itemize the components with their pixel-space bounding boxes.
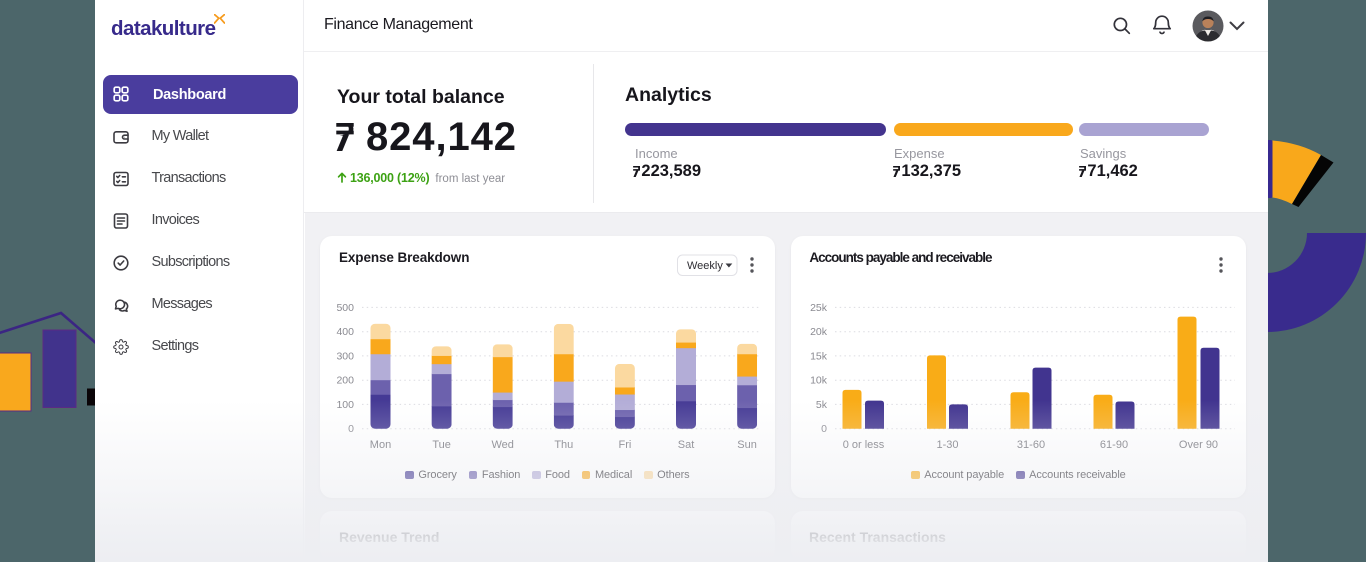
- svg-text:300: 300: [336, 350, 354, 362]
- svg-text:10k: 10k: [810, 375, 828, 387]
- svg-text:200: 200: [336, 375, 354, 387]
- svg-text:15k: 15k: [810, 350, 828, 362]
- svg-text:400: 400: [336, 326, 354, 338]
- svg-text:Weekly: Weekly: [687, 260, 723, 272]
- svg-text:25k: 25k: [810, 302, 828, 314]
- svg-text:Expense Breakdown: Expense Breakdown: [339, 250, 469, 265]
- svg-text:20k: 20k: [810, 326, 828, 338]
- svg-text:500: 500: [336, 302, 354, 314]
- svg-text:Accounts payable and receivabl: Accounts payable and receivable: [809, 250, 993, 265]
